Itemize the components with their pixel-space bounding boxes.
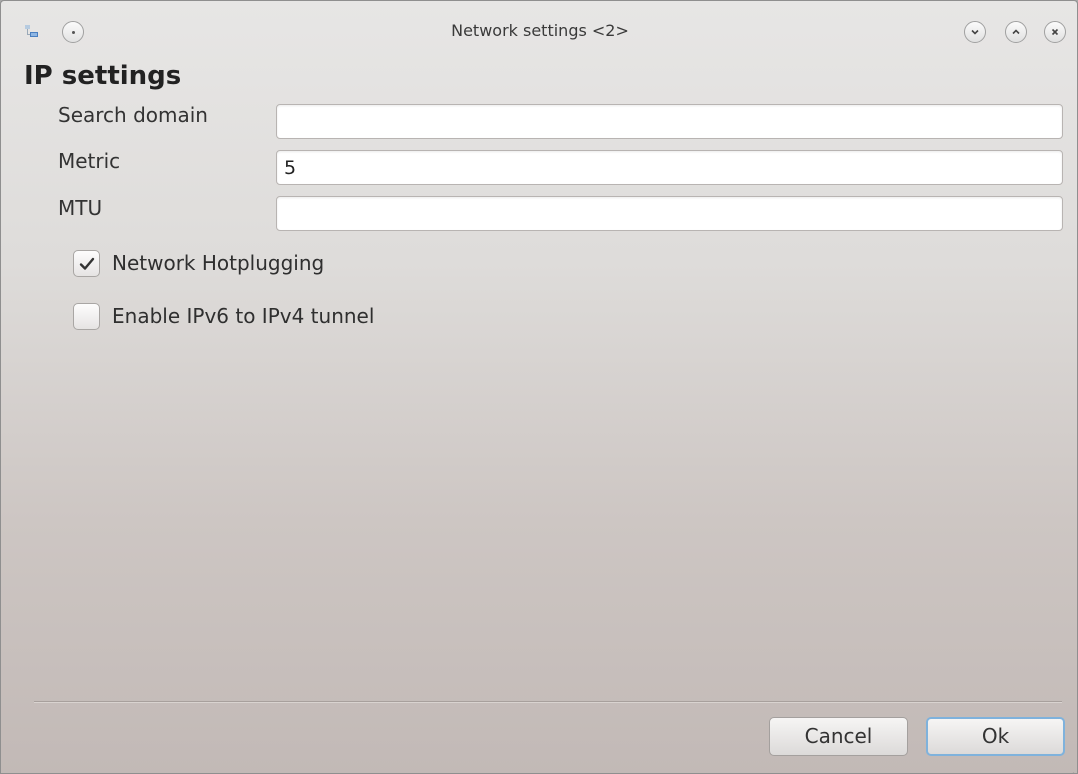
mtu-label: MTU [58,196,103,220]
hotplugging-checkbox[interactable] [73,249,100,277]
page-title: IP settings [24,61,182,91]
hotplugging-row[interactable]: Network Hotplugging [73,248,324,278]
minimize-button[interactable] [964,21,986,43]
metric-input[interactable] [276,150,1063,185]
search-domain-label: Search domain [58,103,208,127]
chevron-down-icon [971,29,979,35]
metric-label: Metric [58,149,121,173]
close-button[interactable] [1044,21,1066,43]
chevron-up-icon [1012,29,1020,35]
mtu-input[interactable] [276,196,1063,231]
close-icon [1051,28,1059,36]
checkmark-icon [79,257,95,270]
cancel-button[interactable]: Cancel [769,717,908,756]
ipv6-tunnel-checkbox[interactable] [73,302,100,330]
window-title: Network settings <2> [451,21,629,40]
title-bar[interactable]: Network settings <2> [1,1,1077,57]
search-domain-input[interactable] [276,104,1063,139]
ipv6-tunnel-label[interactable]: Enable IPv6 to IPv4 tunnel [112,304,374,328]
maximize-button[interactable] [1005,21,1027,43]
resize-grip[interactable] [1067,763,1075,773]
network-settings-window: Network settings <2> IP settings Search … [0,0,1078,774]
button-separator [34,701,1062,703]
ipv6-tunnel-row[interactable]: Enable IPv6 to IPv4 tunnel [73,301,374,331]
ok-button[interactable]: Ok [926,717,1065,756]
hotplugging-label[interactable]: Network Hotplugging [112,251,324,275]
